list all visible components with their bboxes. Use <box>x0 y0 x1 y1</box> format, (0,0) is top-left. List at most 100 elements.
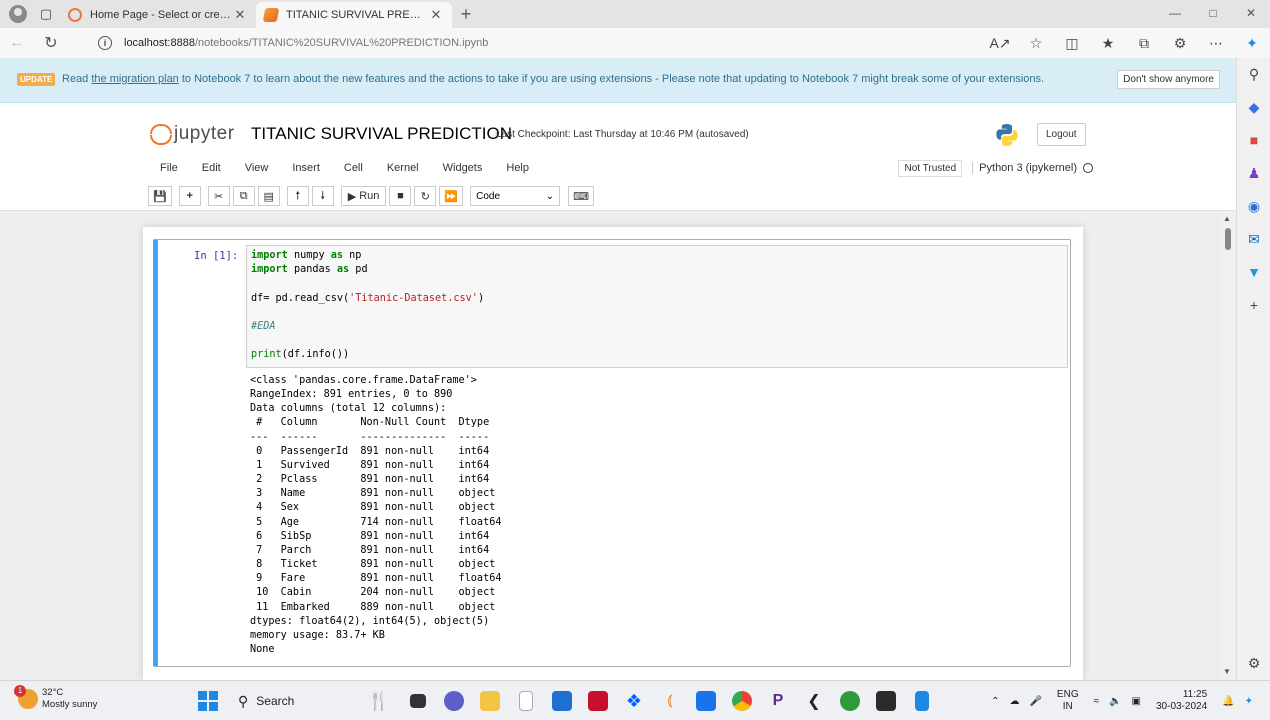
microphone-icon[interactable]: 🎤 <box>1029 696 1041 707</box>
chat-icon[interactable] <box>436 685 472 717</box>
scroll-down-icon[interactable]: ▼ <box>1223 667 1231 676</box>
app-green-icon[interactable] <box>832 685 868 717</box>
jupyter-logo[interactable]: jupyter <box>150 123 235 145</box>
code-cell[interactable]: In [1]: import numpy as np import pandas… <box>153 239 1071 667</box>
minimize-icon[interactable]: — <box>1156 0 1194 26</box>
move-down-icon[interactable]: 🠗 <box>311 186 334 206</box>
restart-icon[interactable]: ↻ <box>414 186 437 206</box>
menu-view[interactable]: View <box>233 162 281 174</box>
cut-icon[interactable]: ✂ <box>207 186 230 206</box>
close-tab-icon[interactable]: ✕ <box>232 7 248 23</box>
dont-show-anymore-button[interactable]: Don't show anymore <box>1117 70 1220 89</box>
notepad-icon[interactable] <box>508 685 544 717</box>
migration-plan-link[interactable]: the migration plan <box>91 73 178 85</box>
collections-icon[interactable]: ⧉ <box>1126 35 1162 52</box>
store-icon[interactable] <box>544 685 580 717</box>
scroll-up-icon[interactable]: ▲ <box>1223 214 1231 223</box>
run-button[interactable]: ▶ Run <box>340 186 387 206</box>
tab-titanic-notebook[interactable]: TITANIC SURVIVAL PREDICTION ✕ <box>256 2 452 28</box>
more-menu-icon[interactable]: ⋯ <box>1198 35 1234 52</box>
sidebar-settings-icon[interactable]: ⚙ <box>1237 647 1270 680</box>
add-sidebar-app-icon[interactable]: + <box>1237 289 1270 322</box>
menu-kernel[interactable]: Kernel <box>375 162 431 174</box>
app-c-icon[interactable]: ❮ <box>796 685 832 717</box>
split-screen-icon[interactable]: ◫ <box>1054 35 1090 52</box>
new-tab-button[interactable]: + <box>452 4 480 25</box>
app-bracket-icon[interactable]: ⦅ <box>652 685 688 717</box>
command-palette-icon[interactable]: ⌨ <box>568 186 594 206</box>
microsoft365-icon[interactable]: ◉ <box>1237 190 1270 223</box>
kernel-indicator[interactable]: Python 3 (ipykernel) <box>972 162 1093 174</box>
restart-run-all-icon[interactable]: ⏩ <box>439 186 464 206</box>
copilot-taskbar-icon[interactable]: ✦ <box>1245 696 1253 707</box>
cell-input-editor[interactable]: import numpy as np import pandas as pd d… <box>246 245 1068 368</box>
toolbox-icon[interactable]: ■ <box>1237 124 1270 157</box>
drop-icon[interactable]: ▼ <box>1237 256 1270 289</box>
outlook-icon[interactable]: ✉ <box>1237 223 1270 256</box>
notebook-scrollbar[interactable]: ▲ ▼ <box>1221 212 1235 680</box>
taskbar-search[interactable]: ⚲ Search 🍴 <box>230 685 390 717</box>
refresh-icon[interactable]: ↻ <box>34 28 68 58</box>
notebook-title[interactable]: TITANIC SURVIVAL PREDICTION <box>251 124 512 144</box>
volume-icon[interactable]: 🔈 <box>1109 696 1121 707</box>
chrome-icon[interactable] <box>724 685 760 717</box>
extensions-icon[interactable]: ⚙ <box>1162 35 1198 52</box>
back-icon[interactable]: ← <box>0 28 34 58</box>
file-explorer-icon[interactable] <box>472 685 508 717</box>
close-window-icon[interactable]: ✕ <box>1232 0 1270 26</box>
address-bar-row: ← ↻ i localhost:8888/notebooks/TITANIC%2… <box>0 28 1270 58</box>
copy-icon[interactable]: ⧉ <box>232 186 255 206</box>
menu-help[interactable]: Help <box>494 162 541 174</box>
close-tab-icon[interactable]: ✕ <box>428 7 444 23</box>
mcafee-icon[interactable] <box>580 685 616 717</box>
save-icon[interactable]: 💾 <box>148 186 172 206</box>
menu-widgets[interactable]: Widgets <box>431 162 495 174</box>
onedrive-icon[interactable]: ☁ <box>1009 696 1019 707</box>
weather-sun-icon: 1 <box>14 685 38 709</box>
weather-widget[interactable]: 1 32°C Mostly sunny <box>14 685 97 711</box>
insert-cell-icon[interactable]: + <box>178 186 201 206</box>
not-trusted-button[interactable]: Not Trusted <box>898 159 963 177</box>
code-text: import numpy as np import pandas as pd d… <box>251 250 485 361</box>
site-info-icon[interactable]: i <box>98 36 112 50</box>
menu-edit[interactable]: Edit <box>190 162 233 174</box>
tab-home-page[interactable]: Home Page - Select or create a n ✕ <box>60 2 256 28</box>
clock[interactable]: 11:25 30-03-2024 <box>1151 689 1212 713</box>
mail-icon[interactable] <box>688 685 724 717</box>
interrupt-icon[interactable]: ■ <box>389 186 412 206</box>
show-hidden-icons-icon[interactable]: ⌃ <box>991 696 999 707</box>
profile-icon[interactable] <box>4 0 32 28</box>
scroll-thumb[interactable] <box>1225 228 1231 250</box>
notebook-favicon-icon <box>262 8 280 22</box>
tab-actions-icon[interactable]: ▢ <box>32 0 60 28</box>
url-field[interactable]: i localhost:8888/notebooks/TITANIC%20SUR… <box>90 32 1050 54</box>
menu-cell[interactable]: Cell <box>332 162 375 174</box>
logout-button[interactable]: Logout <box>1037 123 1086 146</box>
games-icon[interactable]: ♟ <box>1237 157 1270 190</box>
shopping-icon[interactable]: ◆ <box>1237 91 1270 124</box>
wifi-icon[interactable]: ≈ <box>1094 696 1100 707</box>
read-aloud-icon[interactable]: A↗ <box>982 35 1018 52</box>
app-p-icon[interactable]: P <box>760 685 796 717</box>
maximize-icon[interactable]: □ <box>1194 0 1232 26</box>
copilot-icon[interactable]: ✦ <box>1234 35 1270 52</box>
cell-type-select[interactable]: Code ⌄ <box>470 186 561 206</box>
dropbox-icon[interactable]: ❖ <box>616 685 652 717</box>
paste-icon[interactable]: ▤ <box>257 186 280 206</box>
search-icon[interactable]: ⚲ <box>1237 58 1270 91</box>
menu-file[interactable]: File <box>148 162 190 174</box>
language-indicator[interactable]: ENG IN <box>1052 689 1084 713</box>
notebook-header: jupyter TITANIC SURVIVAL PREDICTION Last… <box>0 103 1236 211</box>
start-button[interactable] <box>190 685 226 717</box>
menu-insert[interactable]: Insert <box>280 162 332 174</box>
task-view-icon[interactable] <box>400 685 436 717</box>
url-path: /notebooks/TITANIC%20SURVIVAL%20PREDICTI… <box>194 37 489 49</box>
snipping-tool-icon[interactable] <box>904 685 940 717</box>
battery-icon[interactable]: ▣ <box>1132 696 1141 707</box>
notification-bell-icon[interactable]: 🔔 <box>1222 696 1234 707</box>
move-up-icon[interactable]: 🠕 <box>286 186 309 206</box>
cell-prompt: In [1]: <box>194 250 239 262</box>
favorite-star-icon[interactable]: ☆ <box>1018 35 1054 52</box>
favorites-icon[interactable]: ★ <box>1090 35 1126 52</box>
terminal-icon[interactable] <box>868 685 904 717</box>
